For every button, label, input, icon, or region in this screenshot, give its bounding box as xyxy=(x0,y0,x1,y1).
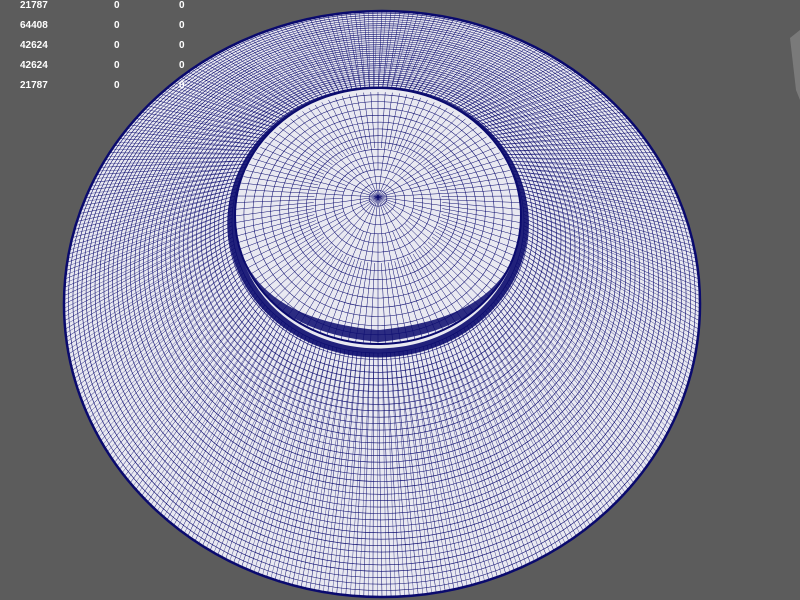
stats-row: 42624 0 0 xyxy=(0,59,200,73)
stats-count: 64408 xyxy=(20,20,48,31)
stats-value-b: 0 xyxy=(179,60,185,71)
stats-count: 42624 xyxy=(20,40,48,51)
stats-row: 64408 0 0 xyxy=(0,19,200,33)
stats-row: 21787 0 0 xyxy=(0,79,200,93)
stats-value-a: 0 xyxy=(114,20,120,31)
offscreen-object-edge xyxy=(790,30,800,100)
stats-value-a: 0 xyxy=(114,80,120,91)
stats-count: 21787 xyxy=(20,0,48,11)
stats-row: 21787 0 0 xyxy=(0,0,200,13)
stats-value-b: 0 xyxy=(179,80,185,91)
stats-value-a: 0 xyxy=(114,60,120,71)
stats-value-b: 0 xyxy=(179,20,185,31)
stats-count: 21787 xyxy=(20,80,48,91)
stats-row: 42624 0 0 xyxy=(0,39,200,53)
stats-value-b: 0 xyxy=(179,40,185,51)
stats-count: 42624 xyxy=(20,60,48,71)
stats-value-b: 0 xyxy=(179,0,185,11)
stats-value-a: 0 xyxy=(114,40,120,51)
3d-viewport[interactable]: 21787 0 0 64408 0 0 42624 0 0 42624 0 0 … xyxy=(0,0,800,600)
stats-value-a: 0 xyxy=(114,0,120,11)
